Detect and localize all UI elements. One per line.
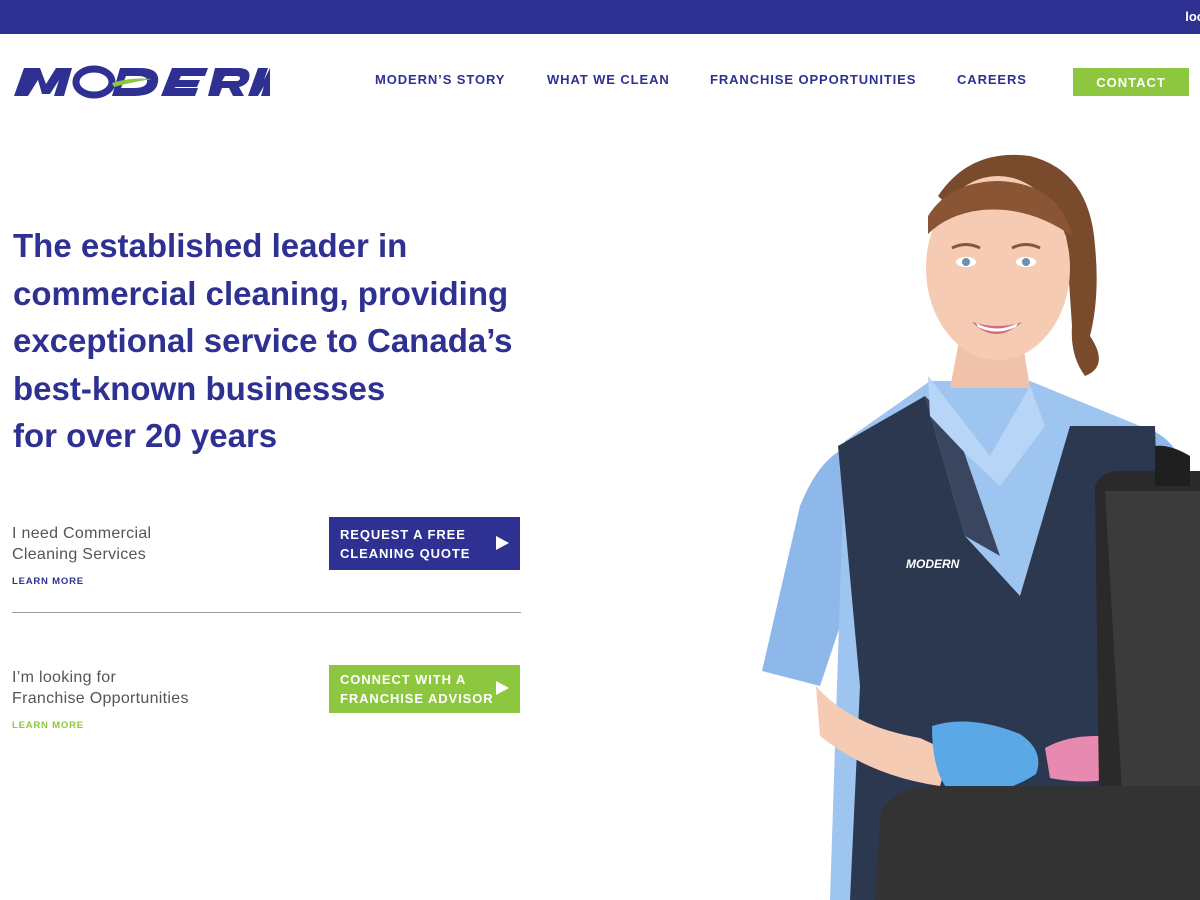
hero-headline: The established leader in commercial cle… xyxy=(13,222,573,460)
nav-item-what-we-clean[interactable]: WHAT WE CLEAN xyxy=(547,72,670,87)
button-line: CLEANING QUOTE xyxy=(340,546,471,561)
headline-line: for over 20 years xyxy=(13,417,278,454)
headline-line: The established leader in xyxy=(13,227,408,264)
prompt-line: Cleaning Services xyxy=(12,546,147,563)
commercial-cleaning-prompt: I need Commercial Cleaning Services xyxy=(12,523,151,565)
learn-more-franchise-link[interactable]: LEARN MORE xyxy=(12,720,84,731)
contact-button-label: CONTACT xyxy=(1096,74,1166,90)
prompt-line: I’m looking for xyxy=(12,669,117,686)
top-bar: loc xyxy=(0,0,1200,34)
learn-more-commercial-link[interactable]: LEARN MORE xyxy=(12,576,84,587)
top-bar-link[interactable]: loc xyxy=(1185,9,1200,24)
franchise-advisor-button[interactable]: CONNECT WITH A FRANCHISE ADVISOR xyxy=(329,665,520,713)
nav-item-franchise-opportunities[interactable]: FRANCHISE OPPORTUNITIES xyxy=(710,72,916,87)
prompt-line: I need Commercial xyxy=(12,525,152,542)
vest-logo-text: MODERN xyxy=(906,557,960,571)
play-arrow-icon xyxy=(496,535,509,550)
hero-photo-cleaner: MODERN xyxy=(762,154,1200,900)
nav-item-careers[interactable]: CAREERS xyxy=(957,72,1027,87)
contact-button[interactable]: CONTACT xyxy=(1073,68,1189,96)
site-header: MODERN’S STORY WHAT WE CLEAN FRANCHISE O… xyxy=(0,34,1200,126)
nav-item-moderns-story[interactable]: MODERN’S STORY xyxy=(375,72,505,87)
request-quote-button[interactable]: REQUEST A FREE CLEANING QUOTE xyxy=(329,517,520,570)
headline-line: best-known businesses xyxy=(13,369,386,407)
divider xyxy=(12,612,521,613)
prompt-line: Franchise Opportunities xyxy=(12,690,189,707)
button-line: REQUEST A FREE xyxy=(340,527,466,542)
headline-line: commercial cleaning, providing xyxy=(13,274,509,312)
headline-line: exceptional service to Canada’s xyxy=(13,322,513,359)
button-line: CONNECT WITH A xyxy=(340,672,467,687)
button-line: FRANCHISE ADVISOR xyxy=(340,691,494,706)
main-nav: MODERN’S STORY WHAT WE CLEAN FRANCHISE O… xyxy=(0,68,1200,96)
play-arrow-icon xyxy=(496,681,509,695)
franchise-prompt: I’m looking for Franchise Opportunities xyxy=(12,667,189,709)
